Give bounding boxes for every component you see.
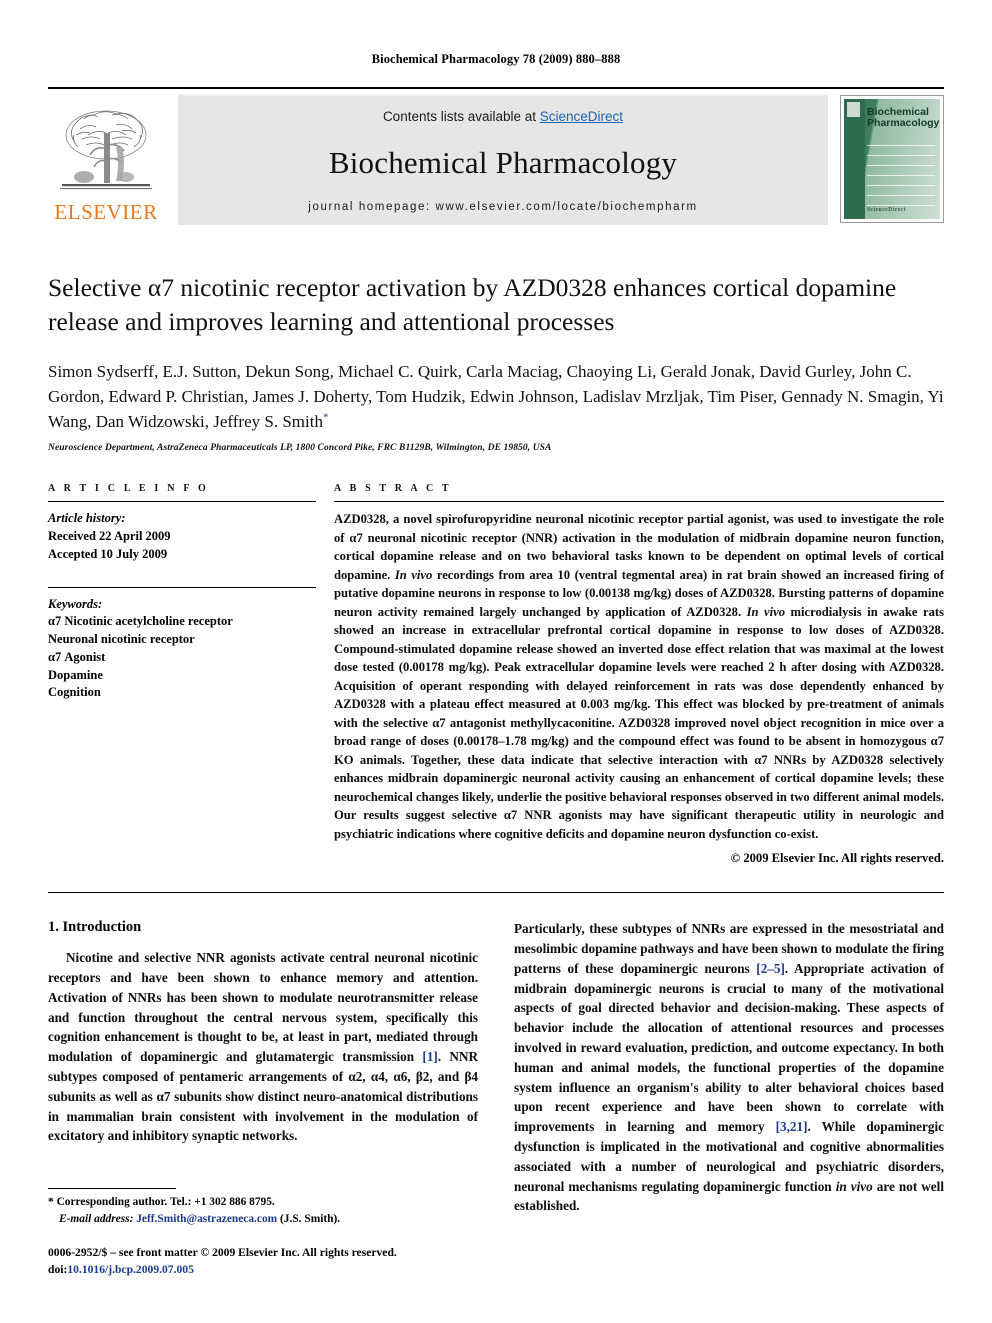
citation-ref[interactable]: [3,21] — [776, 1119, 808, 1134]
cover-title: Biochemical Pharmacology — [867, 106, 940, 130]
email-link[interactable]: Jeff.Smith@astrazeneca.com — [136, 1213, 277, 1225]
article-history-block: Article history: Received 22 April 2009 … — [48, 510, 316, 563]
corresponding-author-note: * Corresponding author. Tel.: +1 302 886… — [48, 1194, 468, 1211]
corresponding-author-text: Corresponding author. Tel.: +1 302 886 8… — [56, 1196, 275, 1209]
contents-prefix: Contents lists available at — [382, 109, 540, 124]
journal-masthead: ELSEVIER Contents lists available at Sci… — [48, 87, 944, 225]
article-head: Selective α7 nicotinic receptor activati… — [48, 271, 944, 453]
page-title: Selective α7 nicotinic receptor activati… — [48, 273, 897, 336]
abstract-text: AZD0328, a novel spirofuropyridine neuro… — [334, 512, 945, 841]
journal-cover-thumbnail[interactable]: Biochemical Pharmacology ScienceDirect — [840, 95, 944, 223]
citation-ref[interactable]: [1] — [422, 1049, 437, 1064]
keyword-item: α7 Nicotinic acetylcholine receptor — [48, 614, 233, 629]
body-column-right: Particularly, these subtypes of NNRs are… — [514, 919, 944, 1216]
running-head: Biochemical Pharmacology 78 (2009) 880–8… — [371, 52, 621, 66]
body-column-left: 1. Introduction Nicotine and selective N… — [48, 919, 478, 1216]
received-date: Received 22 April 2009 — [48, 529, 171, 544]
keywords-label: Keywords: — [48, 596, 103, 611]
keyword-item: Neuronal nicotinic receptor — [48, 632, 195, 647]
info-abstract-section: A R T I C L E I N F O Article history: R… — [48, 483, 944, 866]
corresponding-author-marker[interactable]: * — [323, 411, 329, 423]
accepted-date: Accepted 10 July 2009 — [48, 546, 168, 561]
doi-link[interactable]: 10.1016/j.bcp.2009.07.005 — [67, 1263, 194, 1276]
author-list: Simon Sydserff, E.J. Sutton, Dekun Song,… — [48, 359, 944, 434]
email-label: E-mail address: — [59, 1212, 134, 1225]
elsevier-tree-icon — [60, 110, 152, 190]
keyword-item: Cognition — [48, 685, 101, 700]
affiliation: Neuroscience Department, AstraZeneca Pha… — [48, 443, 552, 454]
issn-copyright-block: 0006-2952/$ – see front matter © 2009 El… — [48, 1245, 468, 1279]
abstract-label: A B S T R A C T — [334, 483, 452, 495]
email-note: E-mail address: Jeff.Smith@astrazeneca.c… — [48, 1211, 468, 1228]
keywords-block: Keywords: α7 Nicotinic acetylcholine rec… — [48, 596, 316, 703]
body-columns: 1. Introduction Nicotine and selective N… — [48, 919, 944, 1216]
doi-line: doi:10.1016/j.bcp.2009.07.005 — [48, 1263, 194, 1277]
sciencedirect-link[interactable]: ScienceDirect — [540, 109, 623, 124]
citation-ref[interactable]: [2–5] — [756, 961, 785, 976]
intro-paragraph-left: Nicotine and selective NNR agonists acti… — [48, 950, 478, 1144]
contents-line: Contents lists available at ScienceDirec… — [383, 109, 623, 124]
introduction-heading: 1. Introduction — [48, 919, 142, 936]
journal-band: Contents lists available at ScienceDirec… — [178, 95, 828, 225]
journal-article-page: Biochemical Pharmacology 78 (2009) 880–8… — [0, 0, 992, 1323]
issn-line: 0006-2952/$ – see front matter © 2009 El… — [48, 1246, 397, 1260]
elsevier-wordmark: ELSEVIER — [54, 200, 158, 224]
elsevier-logo: ELSEVIER — [48, 95, 164, 225]
footnote-divider — [48, 1188, 176, 1190]
email-attribution: (J.S. Smith). — [280, 1212, 341, 1225]
article-info-label: A R T I C L E I N F O — [48, 483, 209, 495]
cover-footer-brand: ScienceDirect — [867, 207, 906, 213]
article-history-label: Article history: — [48, 511, 126, 526]
abstract-copyright: © 2009 Elsevier Inc. All rights reserved… — [730, 851, 944, 866]
article-info-column: A R T I C L E I N F O Article history: R… — [48, 483, 334, 866]
footnote-marker: * — [48, 1196, 54, 1209]
keyword-item: Dopamine — [48, 667, 103, 682]
section-divider — [48, 892, 944, 894]
footnote-area: * Corresponding author. Tel.: +1 302 886… — [48, 1188, 468, 1279]
journal-homepage-line[interactable]: journal homepage: www.elsevier.com/locat… — [308, 201, 697, 213]
abstract-column: A B S T R A C T AZD0328, a novel spirofu… — [334, 483, 944, 866]
authors-text: Simon Sydserff, E.J. Sutton, Dekun Song,… — [48, 361, 944, 432]
intro-paragraph-right: Particularly, these subtypes of NNRs are… — [514, 921, 945, 1214]
keyword-item: α7 Agonist — [48, 649, 106, 664]
journal-title: Biochemical Pharmacology — [328, 144, 678, 180]
